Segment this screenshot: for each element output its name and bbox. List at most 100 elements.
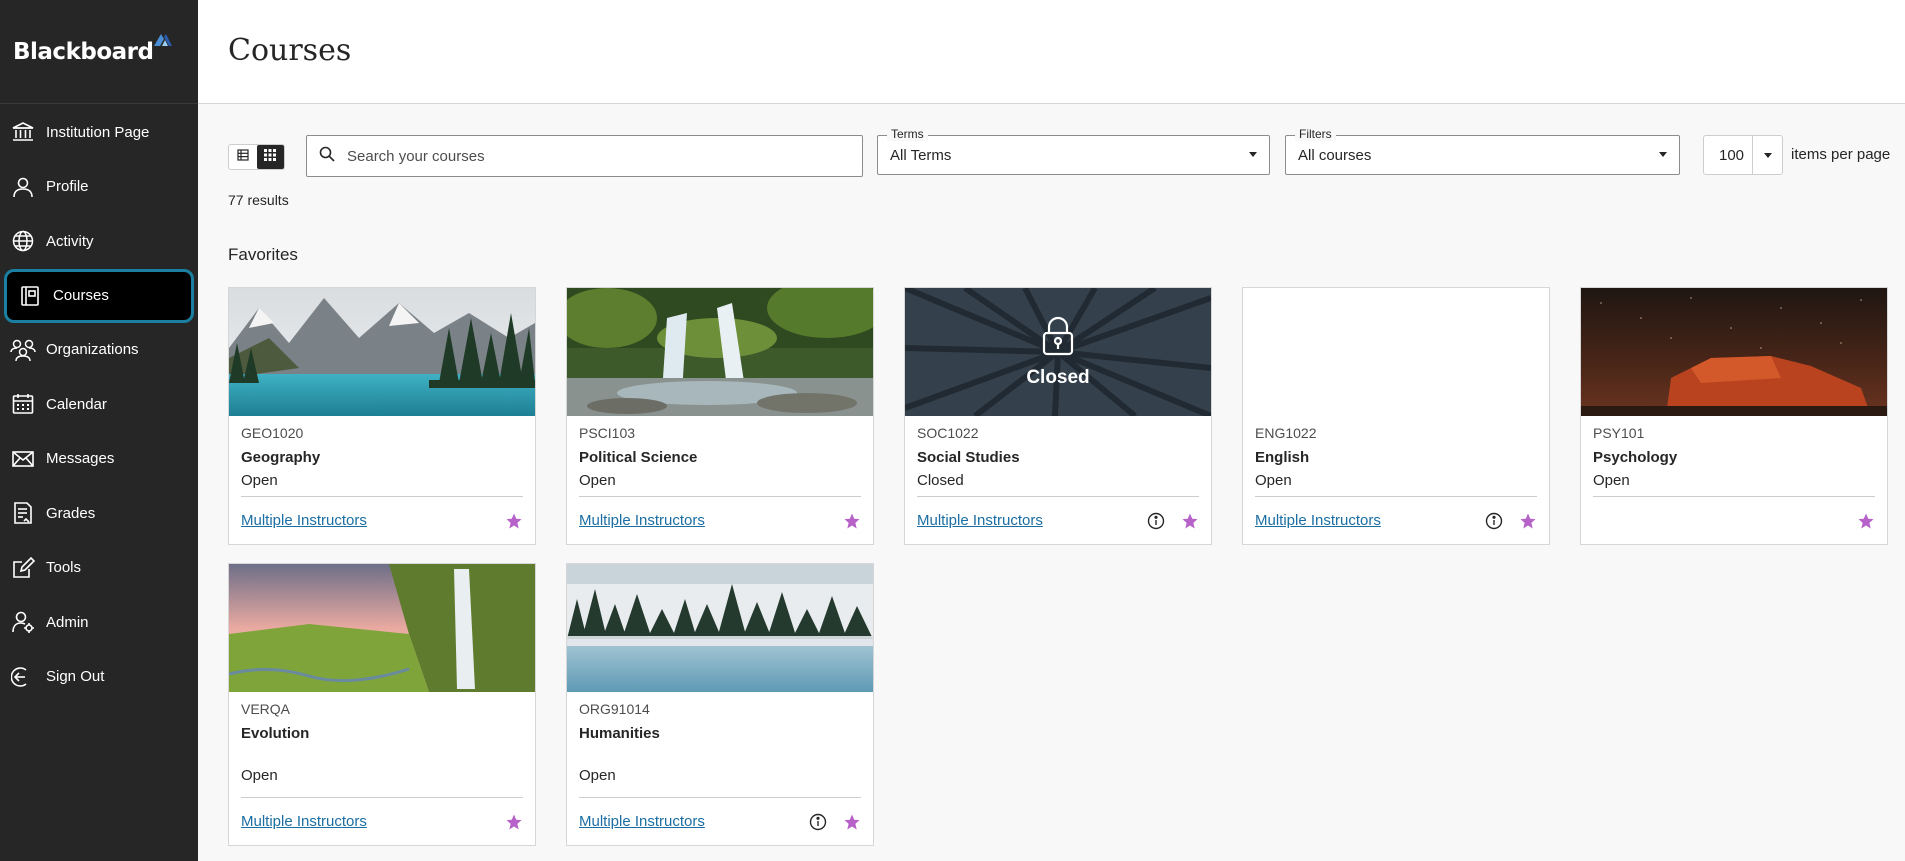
chevron-down-icon [1659, 152, 1667, 157]
sidebar-item-institution-page[interactable]: Institution Page [0, 105, 198, 160]
course-image-blank[interactable] [1243, 288, 1549, 416]
grid-view-button[interactable] [256, 145, 284, 169]
sidebar-item-label: Courses [53, 287, 109, 304]
search-box [306, 135, 863, 177]
courses-icon [17, 283, 43, 309]
course-code: ENG1022 [1255, 425, 1317, 441]
course-code: GEO1020 [241, 425, 304, 441]
filters-value: All courses [1298, 146, 1372, 164]
instructors-link[interactable]: Multiple Instructors [579, 813, 809, 830]
course-image-waterfall-forest[interactable] [567, 288, 873, 416]
course-name[interactable]: Humanities [579, 725, 861, 742]
sidebar-item-courses[interactable]: Courses [4, 268, 194, 323]
course-card-psy101[interactable]: PSY101 Psychology Open [1580, 287, 1888, 545]
course-image-mountain-lake[interactable] [229, 288, 535, 416]
course-info: SOC1022 Social Studies Closed [905, 416, 1211, 489]
items-per-page-label: items per page [1791, 146, 1891, 163]
info-icon[interactable] [809, 813, 827, 831]
tools-icon [10, 555, 36, 581]
search-icon [319, 146, 335, 167]
course-image-waterfall-valley[interactable] [229, 564, 535, 692]
star-icon[interactable] [505, 512, 523, 530]
instructors-link[interactable]: Multiple Instructors [917, 512, 1147, 529]
course-image-misty-lake[interactable] [567, 564, 873, 692]
course-info: PSY101 Psychology Open [1581, 416, 1887, 489]
sign-out-icon [10, 664, 36, 690]
info-icon[interactable] [1485, 512, 1503, 530]
course-image-tree-canopy[interactable]: Closed [905, 288, 1211, 416]
course-name[interactable]: Evolution [241, 725, 523, 742]
course-card-geo1020[interactable]: GEO1020 Geography Open Multiple Instruct… [228, 287, 536, 545]
course-image-desert-night[interactable] [1581, 288, 1887, 416]
list-view-icon [237, 148, 249, 166]
logo-mark-icon [154, 33, 173, 51]
sidebar-item-messages[interactable]: Messages [0, 432, 198, 487]
course-status: Open [241, 472, 278, 489]
star-icon[interactable] [843, 813, 861, 831]
terms-value: All Terms [890, 146, 952, 164]
course-footer [1593, 496, 1875, 544]
course-code: SOC1022 [917, 425, 979, 441]
profile-icon [10, 174, 36, 200]
course-card-psci103[interactable]: PSCI103 Political Science Open Multiple … [566, 287, 874, 545]
info-icon[interactable] [1147, 512, 1165, 530]
course-card-eng1022[interactable]: ENG1022 English Open Multiple Instructor… [1242, 287, 1550, 545]
instructors-link[interactable]: Multiple Instructors [241, 813, 505, 830]
items-per-page-select[interactable]: 100 [1703, 135, 1783, 175]
star-icon[interactable] [1181, 512, 1199, 530]
course-card-verqa[interactable]: VERQA Evolution Open Multiple Instructor… [228, 563, 536, 846]
sidebar-item-profile[interactable]: Profile [0, 160, 198, 215]
course-info: PSCI103 Political Science Open [567, 416, 873, 489]
sidebar-item-organizations[interactable]: Organizations [0, 323, 198, 378]
course-card-org91014[interactable]: ORG91014 Humanities Open Multiple Instru… [566, 563, 874, 846]
star-icon[interactable] [843, 512, 861, 530]
course-info: ORG91014 Humanities Open [567, 692, 873, 784]
course-name[interactable]: Geography [241, 449, 523, 466]
course-name[interactable]: Psychology [1593, 449, 1875, 466]
terms-select[interactable]: Terms All Terms [877, 127, 1270, 175]
sidebar-item-label: Profile [46, 178, 89, 196]
course-status: Open [1255, 472, 1292, 489]
grid-view-icon [264, 148, 277, 166]
sidebar-item-label: Institution Page [46, 123, 150, 141]
logo[interactable]: Blackboard [0, 0, 198, 104]
sidebar-item-admin[interactable]: Admin [0, 595, 198, 650]
lock-icon [1041, 316, 1075, 361]
course-footer: Multiple Instructors [579, 496, 861, 544]
sidebar-item-tools[interactable]: Tools [0, 541, 198, 596]
course-code: VERQA [241, 701, 291, 717]
course-code: PSY101 [1593, 425, 1645, 441]
course-info: VERQA Evolution Open [229, 692, 535, 784]
sidebar-item-calendar[interactable]: Calendar [0, 377, 198, 432]
star-icon[interactable] [1857, 512, 1875, 530]
sidebar-item-label: Organizations [46, 341, 139, 359]
course-code: PSCI103 [579, 425, 636, 441]
star-icon[interactable] [1519, 512, 1537, 530]
sidebar-item-grades[interactable]: Grades [0, 486, 198, 541]
instructors-link[interactable]: Multiple Instructors [1255, 512, 1485, 529]
course-footer: Multiple Instructors [917, 496, 1199, 544]
grades-icon [10, 500, 36, 526]
view-toggle [228, 144, 285, 170]
star-icon[interactable] [505, 813, 523, 831]
calendar-icon [10, 391, 36, 417]
sidebar-item-sign-out[interactable]: Sign Out [0, 650, 198, 705]
course-name[interactable]: Social Studies [917, 449, 1199, 466]
instructors-link[interactable]: Multiple Instructors [579, 512, 843, 529]
filters-select[interactable]: Filters All courses [1285, 127, 1680, 175]
course-footer: Multiple Instructors [1255, 496, 1537, 544]
course-card-soc1022[interactable]: Closed SOC1022 Social Studies Closed Mul… [904, 287, 1212, 545]
instructors-link[interactable]: Multiple Instructors [241, 512, 505, 529]
course-status: Open [579, 472, 616, 489]
sidebar-item-activity[interactable]: Activity [0, 214, 198, 269]
terms-legend: Terms [887, 127, 928, 141]
course-name[interactable]: Political Science [579, 449, 861, 466]
list-view-button[interactable] [229, 145, 257, 169]
results-count: 77 results [228, 192, 289, 208]
course-status: Open [1593, 472, 1630, 489]
chevron-down-icon [1249, 152, 1257, 157]
sidebar-item-label: Calendar [46, 395, 107, 413]
course-name[interactable]: English [1255, 449, 1537, 466]
main-nav: Institution Page Profile Activity Course… [0, 105, 198, 704]
search-input[interactable] [347, 147, 847, 165]
